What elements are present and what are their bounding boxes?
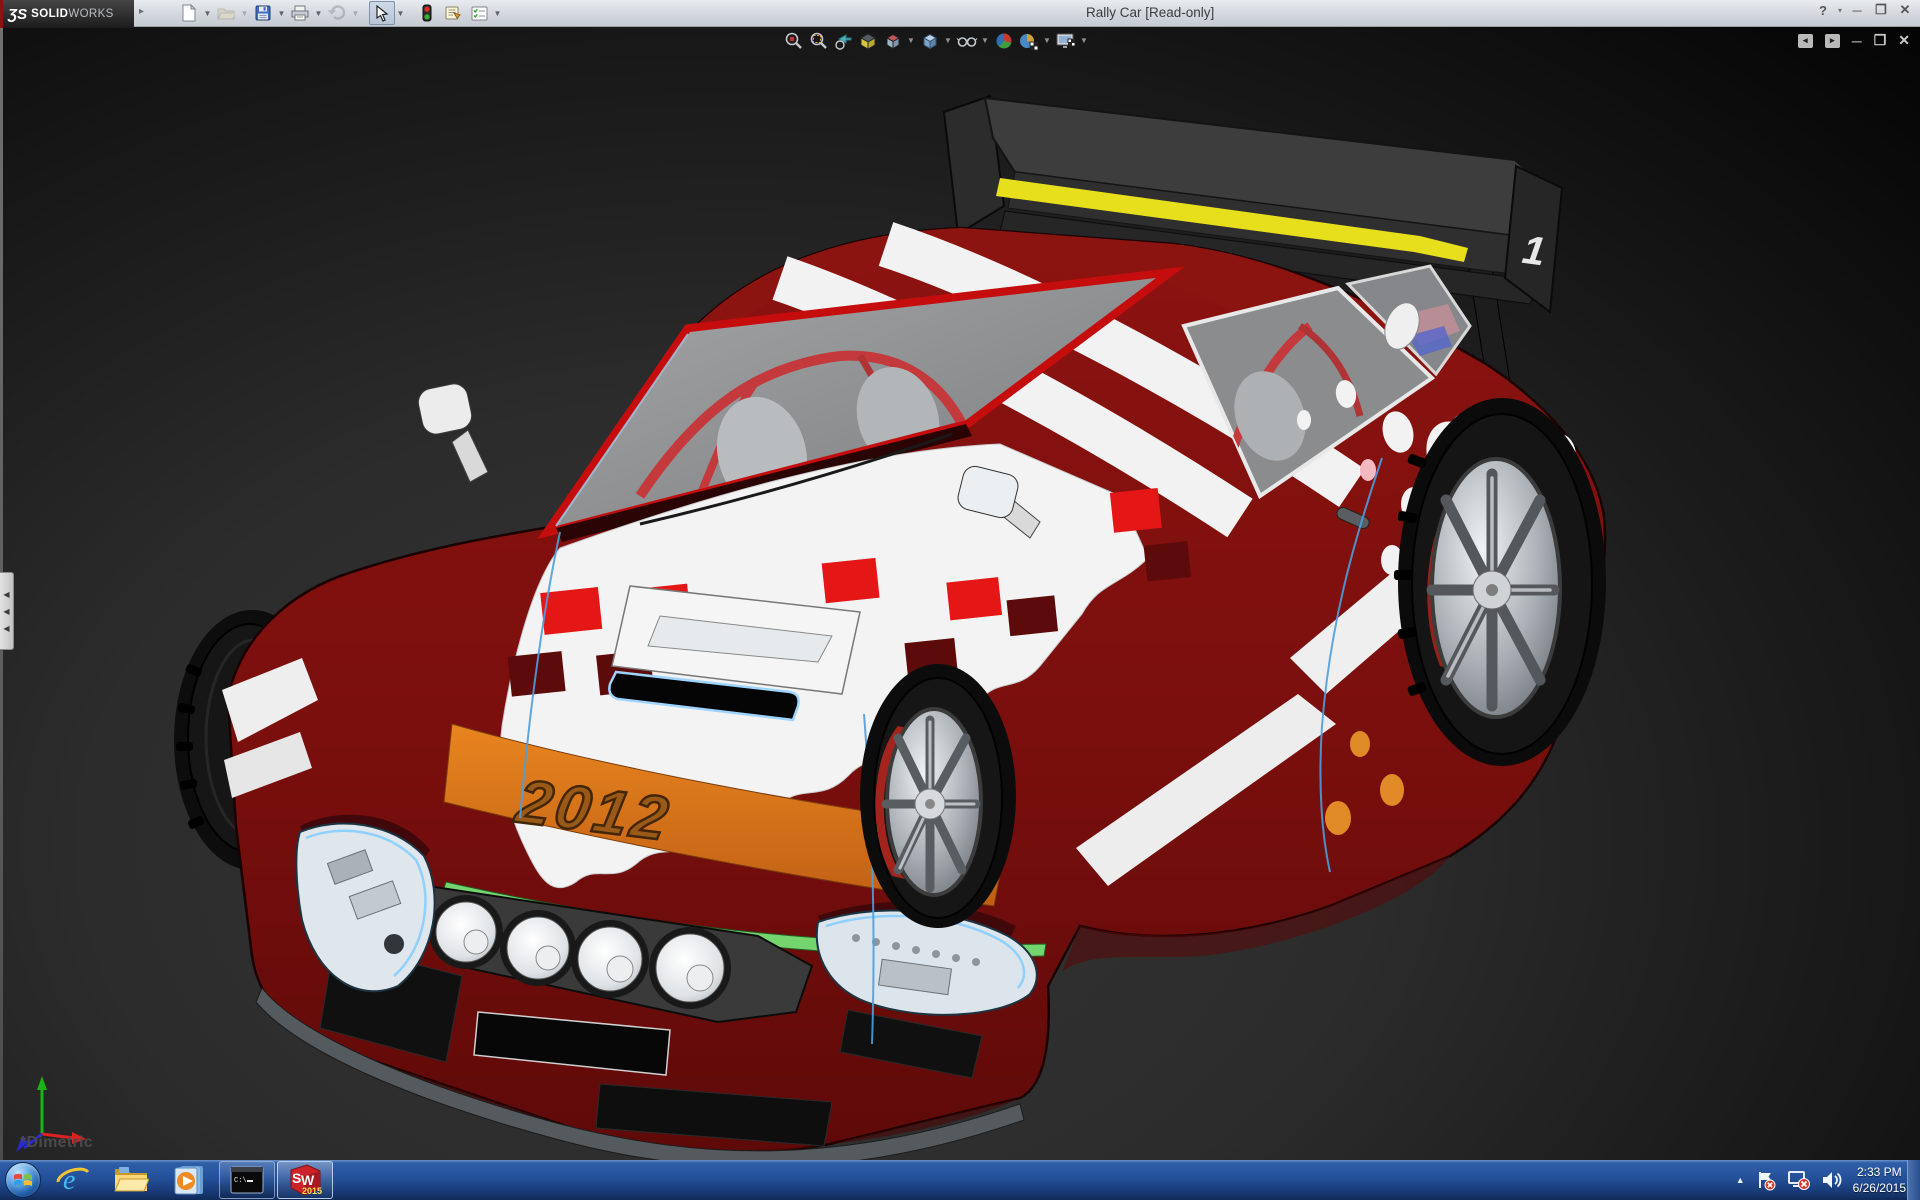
open-icon <box>217 6 235 20</box>
main-toolbar: ▼ ▼ ▼ ▼ ▼ ▼ ▼ <box>176 1 503 25</box>
doc-close-button[interactable]: ✕ <box>1898 32 1910 49</box>
system-tray: ▲ 2:33 PM 6/26/2015 <box>1736 1160 1906 1200</box>
section-view-button[interactable] <box>855 28 880 53</box>
print-icon <box>291 5 309 21</box>
taskbar-item-command-prompt[interactable]: C:\ <box>219 1161 275 1199</box>
section-view-icon <box>858 31 878 51</box>
volume-icon[interactable] <box>1821 1169 1843 1191</box>
close-button[interactable]: ✕ <box>1896 2 1914 18</box>
windows-explorer-icon <box>113 1165 149 1195</box>
options-button[interactable] <box>466 1 492 25</box>
command-prompt-icon: C:\ <box>230 1166 264 1194</box>
previous-view-icon <box>833 31 853 51</box>
new-document-button[interactable] <box>176 1 202 25</box>
edit-appearance-icon <box>994 31 1014 51</box>
previous-view-button[interactable] <box>830 28 855 53</box>
file-properties-button[interactable] <box>440 1 466 25</box>
options-checklist-icon <box>471 6 488 21</box>
title-bar: ƷS SOLIDWORKS ▸ ▼ ▼ ▼ ▼ ▼ ▼ ▼ <box>0 0 1920 27</box>
taskbar-item-solidworks[interactable]: S W 2015 <box>277 1161 333 1199</box>
new-document-icon <box>181 4 197 22</box>
select-cursor-icon <box>375 5 389 22</box>
toolbar-flyout-arrow[interactable]: ▸ <box>139 6 144 17</box>
network-error-icon[interactable] <box>1787 1169 1811 1191</box>
clock-date: 6/26/2015 <box>1853 1180 1906 1196</box>
solidworks-logo: ƷS SOLIDWORKS <box>0 0 134 28</box>
start-orb-icon <box>5 1162 41 1198</box>
solidworks-logo-mark: ƷS <box>8 7 27 22</box>
display-style-icon <box>920 31 940 51</box>
undo-button[interactable] <box>324 1 350 25</box>
zoom-to-fit-button[interactable] <box>780 28 805 53</box>
left-mirror <box>416 381 488 482</box>
taskbar: e C:\ <box>0 1160 1920 1200</box>
titlebar-controls: ? ▾ ─ ❐ ✕ <box>1814 2 1914 18</box>
taskbar-clock[interactable]: 2:33 PM 6/26/2015 <box>1853 1164 1906 1196</box>
view-orientation-label: *Dimetric <box>20 1134 93 1152</box>
doc-restore-button[interactable]: ❐ <box>1874 32 1887 49</box>
save-icon <box>255 5 271 21</box>
hide-show-items-button[interactable] <box>954 28 979 53</box>
brand-bold: SOLID <box>31 8 68 20</box>
edit-appearance-button[interactable] <box>991 28 1016 53</box>
taskbar-item-media-player[interactable] <box>161 1161 217 1199</box>
zoom-to-area-button[interactable] <box>805 28 830 53</box>
view-orientation-button[interactable] <box>880 28 905 53</box>
clock-time: 2:33 PM <box>1853 1164 1906 1180</box>
hide-show-items-icon <box>956 31 978 51</box>
taskbar-item-windows-explorer[interactable] <box>103 1161 159 1199</box>
window-title: Rally Car [Read-only] <box>1086 5 1214 20</box>
brand-light: WORKS <box>68 8 113 20</box>
graphics-viewport[interactable]: ▼ ▼ ▼ ▼ ▼ ◂ ▸ ─ ❐ ✕ ◀◀◀ <box>0 26 1920 1160</box>
taskbar-item-internet-explorer[interactable]: e <box>45 1161 101 1199</box>
internet-explorer-icon: e <box>56 1164 90 1196</box>
media-player-icon <box>173 1164 205 1196</box>
panel-flyout-tab[interactable]: ◀◀◀ <box>0 572 14 650</box>
apply-scene-icon <box>1018 31 1040 51</box>
svg-text:C:\: C:\ <box>234 1177 247 1185</box>
rally-car-model[interactable]: 1 <box>0 26 1920 1160</box>
svg-text:2015: 2015 <box>302 1186 322 1196</box>
doc-minimize-button[interactable]: ─ <box>1852 33 1862 49</box>
help-button[interactable]: ? <box>1814 3 1832 18</box>
pane-left-icon[interactable]: ◂ <box>1798 34 1813 48</box>
document-window-controls: ◂ ▸ ─ ❐ ✕ <box>1798 32 1910 49</box>
save-button[interactable] <box>250 1 276 25</box>
open-button[interactable] <box>213 1 239 25</box>
view-settings-button[interactable] <box>1053 28 1078 53</box>
view-settings-icon <box>1055 31 1077 51</box>
svg-text:S: S <box>292 1170 301 1186</box>
start-button[interactable] <box>2 1161 44 1199</box>
print-button[interactable] <box>287 1 313 25</box>
solidworks-icon: S W 2015 <box>287 1163 323 1197</box>
zoom-to-fit-icon <box>783 31 803 51</box>
action-center-flag-icon[interactable] <box>1755 1169 1777 1191</box>
front-right-wheel <box>860 664 1016 928</box>
rebuild-button[interactable] <box>414 1 440 25</box>
pane-right-icon[interactable]: ▸ <box>1825 34 1840 48</box>
undo-icon <box>328 5 346 21</box>
hidden-icons-button[interactable]: ▲ <box>1736 1175 1745 1185</box>
zoom-to-area-icon <box>808 31 828 51</box>
restore-button[interactable]: ❐ <box>1872 2 1890 18</box>
file-properties-icon <box>444 5 462 21</box>
apply-scene-button[interactable] <box>1016 28 1041 53</box>
select-button[interactable] <box>369 1 395 25</box>
display-style-button[interactable] <box>917 28 942 53</box>
minimize-button[interactable]: ─ <box>1848 3 1866 18</box>
show-desktop-button[interactable] <box>1907 1160 1920 1200</box>
headsup-toolbar: ▼ ▼ ▼ ▼ ▼ <box>780 28 1090 53</box>
help-dropdown[interactable]: ▾ <box>1838 6 1842 15</box>
rebuild-traffic-light-icon <box>422 4 432 22</box>
view-orientation-icon <box>883 31 903 51</box>
